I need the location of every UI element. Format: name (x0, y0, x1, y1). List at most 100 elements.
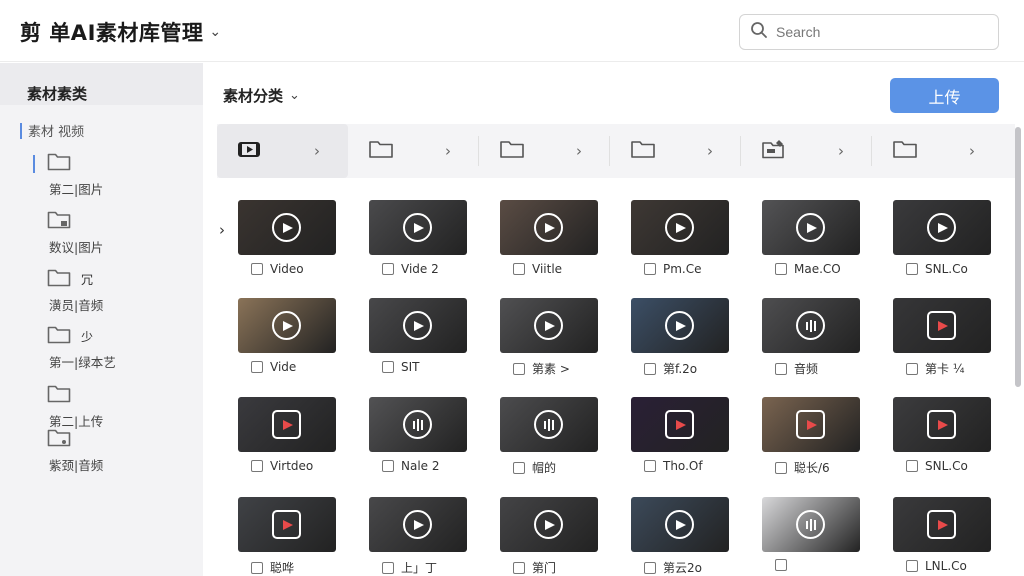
video-thumbnail[interactable] (893, 397, 991, 452)
video-thumbnail[interactable] (893, 200, 991, 255)
video-thumbnail[interactable] (631, 298, 729, 353)
media-card[interactable]: 聪哗 (238, 497, 336, 576)
select-checkbox[interactable] (513, 561, 525, 574)
media-card[interactable]: Vide (238, 298, 336, 374)
select-checkbox[interactable] (906, 460, 918, 472)
select-checkbox[interactable] (513, 461, 525, 474)
media-card[interactable]: 第门 (500, 497, 598, 576)
select-checkbox[interactable] (906, 362, 918, 375)
select-checkbox[interactable] (644, 263, 656, 275)
folder-strip-item-1[interactable]: › (217, 124, 348, 178)
select-checkbox[interactable] (382, 460, 394, 472)
folder-strip-item-2[interactable]: › (348, 124, 479, 178)
video-thumbnail[interactable] (500, 200, 598, 255)
select-checkbox[interactable] (775, 559, 787, 571)
select-checkbox[interactable] (251, 561, 263, 574)
media-card[interactable]: Nale 2 (369, 397, 467, 473)
sidebar-item-1[interactable]: 第二|图片 (47, 151, 103, 198)
select-checkbox[interactable] (382, 263, 394, 275)
audio-wave-icon (796, 311, 825, 340)
video-thumbnail[interactable] (762, 497, 860, 552)
video-thumbnail[interactable] (500, 298, 598, 353)
sidebar-item-4[interactable]: 少 第一|绿本艺 (47, 324, 116, 371)
video-thumbnail[interactable] (631, 397, 729, 452)
select-checkbox[interactable] (644, 362, 656, 375)
media-card-title: Video (270, 262, 304, 276)
select-checkbox[interactable] (513, 362, 525, 375)
select-checkbox[interactable] (775, 362, 787, 375)
select-checkbox[interactable] (775, 263, 787, 275)
play-icon (272, 311, 301, 340)
sidebar-item-5[interactable]: 第二|上传 (47, 383, 103, 430)
select-checkbox[interactable] (644, 561, 656, 574)
media-card[interactable]: 第卡 ¼ (893, 298, 991, 377)
select-checkbox[interactable] (775, 461, 787, 474)
video-thumbnail[interactable] (631, 497, 729, 552)
media-card[interactable]: 上」丁 (369, 497, 467, 576)
sidebar-item-video[interactable]: 素材 视频 (20, 121, 84, 140)
media-card[interactable]: Mae.CO (762, 200, 860, 276)
media-card[interactable]: 第素 > (500, 298, 598, 377)
select-checkbox[interactable] (251, 361, 263, 373)
video-thumbnail[interactable] (238, 497, 336, 552)
upload-button[interactable]: 上传 (890, 78, 999, 113)
select-checkbox[interactable] (644, 460, 656, 472)
folder-strip-item-3[interactable]: › (479, 124, 610, 178)
media-card[interactable]: 聪长/6 (762, 397, 860, 476)
media-card[interactable] (762, 497, 860, 571)
select-checkbox[interactable] (906, 560, 918, 572)
video-thumbnail[interactable] (369, 497, 467, 552)
folder-strip-item-5[interactable]: › (741, 124, 872, 178)
select-checkbox[interactable] (382, 361, 394, 373)
sidebar-heading: 素材素类 (0, 63, 203, 105)
video-thumbnail[interactable] (893, 497, 991, 552)
search-box[interactable] (739, 14, 999, 50)
media-card[interactable]: Virtdeo (238, 397, 336, 473)
media-card[interactable]: Tho.Of (631, 397, 729, 473)
play-icon (927, 311, 956, 340)
video-thumbnail[interactable] (238, 200, 336, 255)
chevron-right-icon[interactable]: › (219, 221, 225, 239)
media-card[interactable]: 第云2o (631, 497, 729, 576)
folder-strip-item-6[interactable]: › (872, 124, 1003, 178)
video-thumbnail[interactable] (369, 397, 467, 452)
sidebar-item-6[interactable]: 紫颈|音频 (47, 427, 103, 474)
media-card[interactable]: Viitle (500, 200, 598, 276)
select-checkbox[interactable] (251, 460, 263, 472)
video-thumbnail[interactable] (500, 497, 598, 552)
vertical-scrollbar[interactable] (1015, 127, 1021, 387)
play-icon (534, 311, 563, 340)
video-thumbnail[interactable] (762, 397, 860, 452)
sidebar-item-3[interactable]: 冗 潢员|音频 (47, 267, 103, 314)
select-checkbox[interactable] (906, 263, 918, 275)
video-thumbnail[interactable] (500, 397, 598, 452)
media-card[interactable]: SIT (369, 298, 467, 374)
search-input[interactable] (776, 24, 976, 40)
media-card[interactable]: Pm.Ce (631, 200, 729, 276)
video-thumbnail[interactable] (631, 200, 729, 255)
video-thumbnail[interactable] (893, 298, 991, 353)
video-thumbnail[interactable] (369, 298, 467, 353)
media-card[interactable]: 第f.2o (631, 298, 729, 377)
media-card[interactable]: SNL.Co (893, 200, 991, 276)
media-card[interactable]: LNL.Co (893, 497, 991, 573)
app-title-dropdown[interactable]: 剪 单AI素材库管理 ⌄ (20, 17, 222, 47)
media-card[interactable]: SNL.Co (893, 397, 991, 473)
media-card[interactable]: 音频 (762, 298, 860, 377)
media-card[interactable]: Video (238, 200, 336, 276)
select-checkbox[interactable] (513, 263, 525, 275)
video-thumbnail[interactable] (238, 397, 336, 452)
video-thumbnail[interactable] (369, 200, 467, 255)
video-thumbnail[interactable] (762, 298, 860, 353)
media-card-label-row: 聪长/6 (762, 459, 860, 476)
media-card[interactable]: 帽的 (500, 397, 598, 476)
media-card-title: SIT (401, 360, 420, 374)
video-thumbnail[interactable] (238, 298, 336, 353)
video-thumbnail[interactable] (762, 200, 860, 255)
select-checkbox[interactable] (382, 561, 394, 574)
category-dropdown[interactable]: 素材分类 ⌄ (223, 85, 300, 106)
sidebar-item-2[interactable]: 数议|图片 (47, 209, 103, 256)
folder-strip-item-4[interactable]: › (610, 124, 741, 178)
select-checkbox[interactable] (251, 263, 263, 275)
media-card[interactable]: Vide 2 (369, 200, 467, 276)
